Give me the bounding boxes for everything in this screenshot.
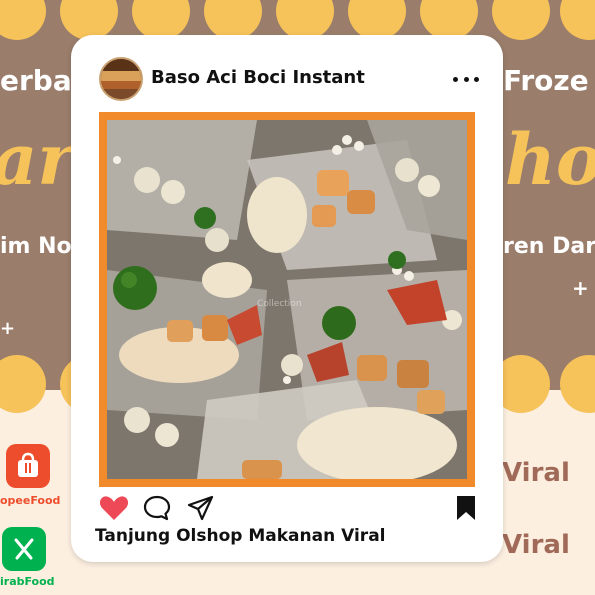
photo-watermark: Collection [257, 299, 302, 309]
heart-icon[interactable] [99, 495, 129, 521]
food-photo-illustration: Collection [107, 120, 467, 479]
comment-icon[interactable] [143, 495, 171, 521]
poster-text-right-2: ren Dar [503, 234, 595, 259]
shopping-bag-fork-icon [18, 452, 38, 477]
grabfood-logo [2, 527, 46, 571]
more-icon[interactable] [453, 71, 479, 87]
grabfood-label: irabFood [0, 575, 55, 588]
poster-viral-text-1: Viral [502, 458, 570, 488]
poster-plus-right: + [572, 276, 589, 300]
fork-knife-icon [14, 538, 34, 560]
poster-big-text-left: ar [0, 118, 75, 201]
poster-text-left-2: im No [0, 234, 72, 259]
post-photo-frame: Collection [99, 112, 475, 487]
shopeefood-label: opeeFood [0, 494, 61, 507]
post-actions-bar [99, 495, 477, 523]
poster-text-right-1: Froze [503, 64, 589, 97]
avatar[interactable] [99, 57, 143, 101]
poster-text-left-1: erba [0, 64, 72, 97]
poster-big-text-right: ho [505, 118, 595, 201]
instagram-post-card: Baso Aci Boci Instant Collection Tanjung… [71, 35, 503, 562]
post-header: Baso Aci Boci Instant [99, 57, 479, 103]
post-photo[interactable]: Collection [107, 120, 467, 479]
post-caption: Tanjung Olshop Makanan Viral [95, 526, 386, 546]
poster-viral-text-2: Viral [502, 530, 570, 560]
shopeefood-logo [6, 444, 50, 488]
bookmark-icon[interactable] [455, 495, 477, 521]
post-username[interactable]: Baso Aci Boci Instant [151, 67, 365, 88]
send-icon[interactable] [187, 495, 215, 521]
poster-plus-left: + [0, 318, 16, 339]
